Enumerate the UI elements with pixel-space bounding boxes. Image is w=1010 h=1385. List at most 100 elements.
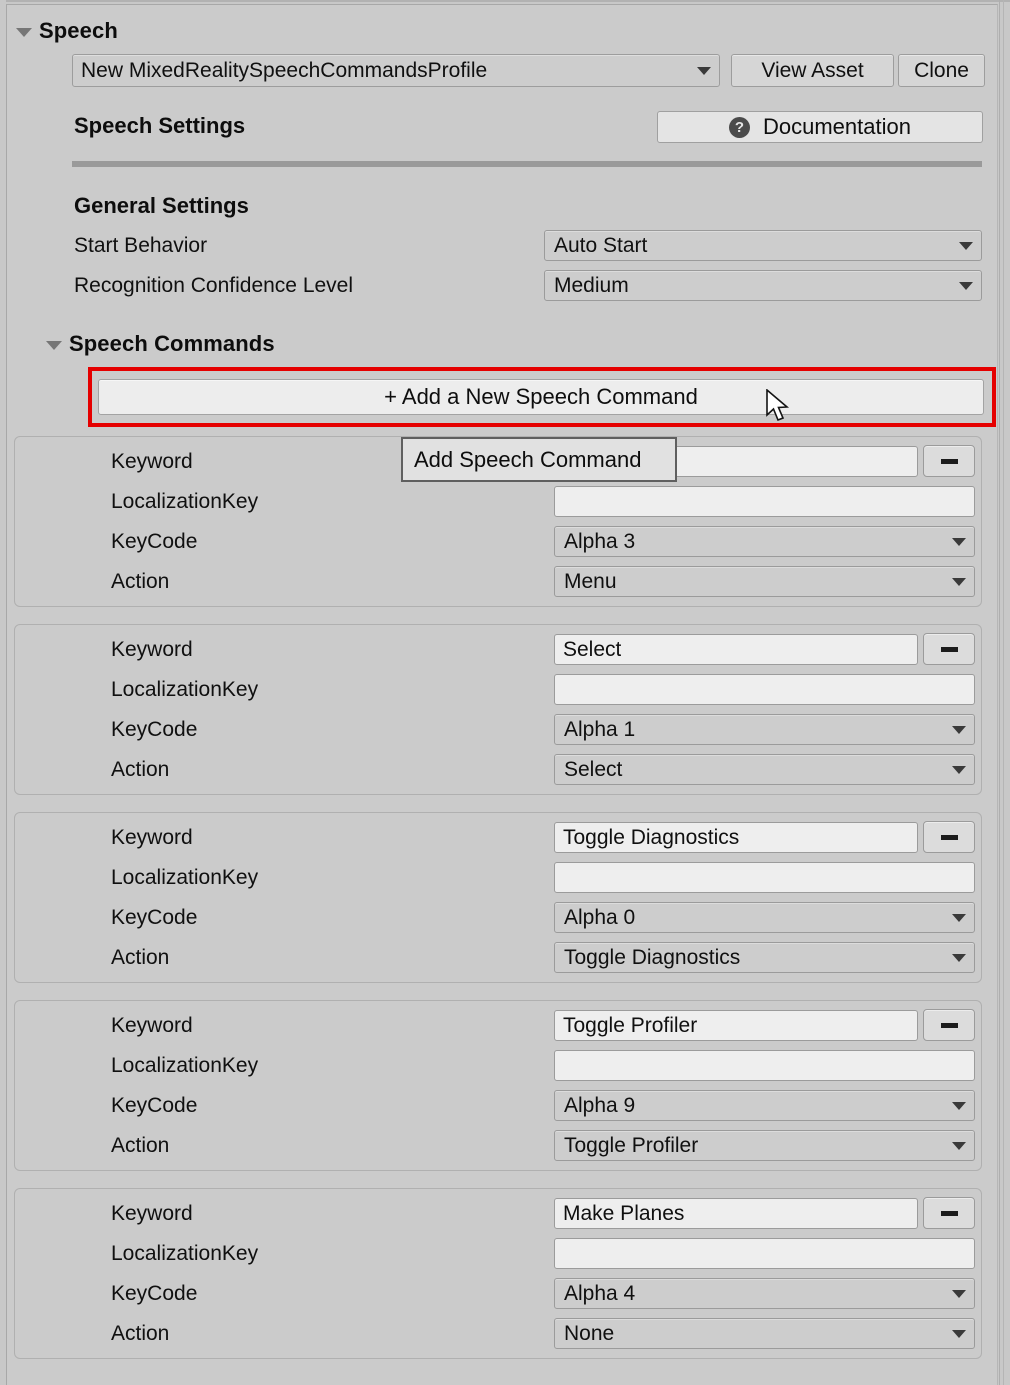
action-dropdown[interactable]: Select: [554, 754, 975, 785]
clone-button[interactable]: Clone: [898, 54, 985, 87]
chevron-down-icon: [952, 765, 966, 774]
keycode-label: KeyCode: [111, 1282, 198, 1305]
speech-command-block: Keyword Make Planes LocalizationKey KeyC…: [14, 1188, 982, 1359]
unity-inspector-speech-profile: Speech New MixedRealitySpeechCommandsPro…: [0, 0, 1010, 1385]
keycode-label: KeyCode: [111, 530, 198, 553]
keycode-dropdown[interactable]: Alpha 1: [554, 714, 975, 745]
remove-command-button[interactable]: [923, 1197, 975, 1229]
keycode-value: Alpha 9: [564, 1093, 636, 1117]
keycode-label: KeyCode: [111, 718, 198, 741]
localizationkey-input[interactable]: [554, 486, 975, 517]
profile-object-field[interactable]: New MixedRealitySpeechCommandsProfile: [72, 54, 720, 87]
action-value: Menu: [564, 569, 617, 593]
remove-command-button[interactable]: [923, 821, 975, 853]
keycode-dropdown[interactable]: Alpha 0: [554, 902, 975, 933]
keycode-dropdown[interactable]: Alpha 9: [554, 1090, 975, 1121]
keycode-value: Alpha 1: [564, 717, 636, 741]
chevron-down-icon: [952, 913, 966, 922]
foldout-speech-commands[interactable]: Speech Commands: [46, 331, 275, 357]
localizationkey-label: LocalizationKey: [111, 1054, 259, 1077]
tooltip-add-speech-command: Add Speech Command: [401, 437, 677, 482]
action-dropdown[interactable]: Toggle Diagnostics: [554, 942, 975, 973]
view-asset-button[interactable]: View Asset: [731, 54, 894, 87]
keycode-value: Alpha 3: [564, 529, 636, 553]
recognition-confidence-dropdown[interactable]: Medium: [544, 270, 982, 301]
speech-command-block: Keyword Toggle Profiler LocalizationKey …: [14, 1000, 982, 1171]
localizationkey-input[interactable]: [554, 862, 975, 893]
recognition-confidence-value: Medium: [554, 273, 629, 297]
keyword-input[interactable]: Toggle Profiler: [554, 1010, 918, 1041]
action-value: Select: [564, 757, 623, 781]
keyword-label: Keyword: [111, 1202, 193, 1225]
keyword-label: Keyword: [111, 450, 193, 473]
start-behavior-dropdown[interactable]: Auto Start: [544, 230, 982, 261]
keycode-dropdown[interactable]: Alpha 3: [554, 526, 975, 557]
minus-icon: [940, 646, 958, 652]
documentation-button[interactable]: ? Documentation: [657, 111, 983, 143]
chevron-down-icon: [952, 953, 966, 962]
profile-value: New MixedRealitySpeechCommandsProfile: [81, 58, 488, 82]
chevron-down-icon: [952, 1329, 966, 1338]
action-value: Toggle Diagnostics: [564, 945, 741, 969]
action-label: Action: [111, 570, 170, 593]
localizationkey-label: LocalizationKey: [111, 866, 259, 889]
chevron-down-icon: [952, 1101, 966, 1110]
panel-right-divider: [999, 0, 1000, 1385]
keycode-value: Alpha 0: [564, 905, 636, 929]
localizationkey-input[interactable]: [554, 1050, 975, 1081]
remove-command-button[interactable]: [923, 1009, 975, 1041]
minus-icon: [940, 834, 958, 840]
action-dropdown[interactable]: None: [554, 1318, 975, 1349]
keyword-input[interactable]: Select: [554, 634, 918, 665]
action-label: Action: [111, 1322, 170, 1345]
action-dropdown[interactable]: Toggle Profiler: [554, 1130, 975, 1161]
localizationkey-input[interactable]: [554, 1238, 975, 1269]
panel-top-line: [6, 0, 1010, 2]
chevron-down-icon: [952, 1141, 966, 1150]
keyword-input[interactable]: Toggle Diagnostics: [554, 822, 918, 853]
start-behavior-value: Auto Start: [554, 233, 648, 257]
keyword-label: Keyword: [111, 638, 193, 661]
triangle-down-icon: [16, 27, 32, 37]
speech-command-block: Keyword Toggle Diagnostics LocalizationK…: [14, 812, 982, 983]
start-behavior-label: Start Behavior: [74, 234, 208, 257]
keyword-input[interactable]: Make Planes: [554, 1198, 918, 1229]
keyword-value: Make Planes: [563, 1201, 685, 1225]
action-label: Action: [111, 946, 170, 969]
foldout-speech[interactable]: Speech: [16, 18, 118, 44]
keyword-value: Select: [563, 637, 622, 661]
keycode-label: KeyCode: [111, 1094, 198, 1117]
action-label: Action: [111, 1134, 170, 1157]
keyword-label: Keyword: [111, 1014, 193, 1037]
chevron-down-icon: [697, 66, 711, 75]
chevron-down-icon: [952, 725, 966, 734]
action-label: Action: [111, 758, 170, 781]
foldout-speech-commands-label: Speech Commands: [69, 331, 275, 356]
minus-icon: [940, 458, 958, 464]
chevron-down-icon: [959, 281, 973, 290]
keyword-value: Toggle Diagnostics: [563, 825, 740, 849]
chevron-down-icon: [959, 241, 973, 250]
keycode-value: Alpha 4: [564, 1281, 636, 1305]
triangle-down-icon: [46, 340, 62, 350]
action-dropdown[interactable]: Menu: [554, 566, 975, 597]
keyword-label: Keyword: [111, 826, 193, 849]
speech-command-block: Keyword Select LocalizationKey KeyCode A…: [14, 624, 982, 795]
localizationkey-input[interactable]: [554, 674, 975, 705]
recognition-confidence-label: Recognition Confidence Level: [74, 274, 354, 297]
panel-right-divider-outer: [1003, 0, 1004, 1385]
general-settings-title: General Settings: [74, 193, 249, 218]
foldout-speech-label: Speech: [39, 18, 118, 43]
add-new-speech-command-button[interactable]: + Add a New Speech Command: [98, 379, 984, 415]
help-circle-icon: ?: [729, 116, 750, 138]
keycode-dropdown[interactable]: Alpha 4: [554, 1278, 975, 1309]
chevron-down-icon: [952, 1289, 966, 1298]
chevron-down-icon: [952, 577, 966, 586]
remove-command-button[interactable]: [923, 633, 975, 665]
minus-icon: [940, 1210, 958, 1216]
minus-icon: [940, 1022, 958, 1028]
documentation-label: Documentation: [763, 114, 911, 139]
speech-settings-title: Speech Settings: [74, 113, 246, 138]
section-separator: [72, 161, 982, 167]
remove-command-button[interactable]: [923, 445, 975, 477]
